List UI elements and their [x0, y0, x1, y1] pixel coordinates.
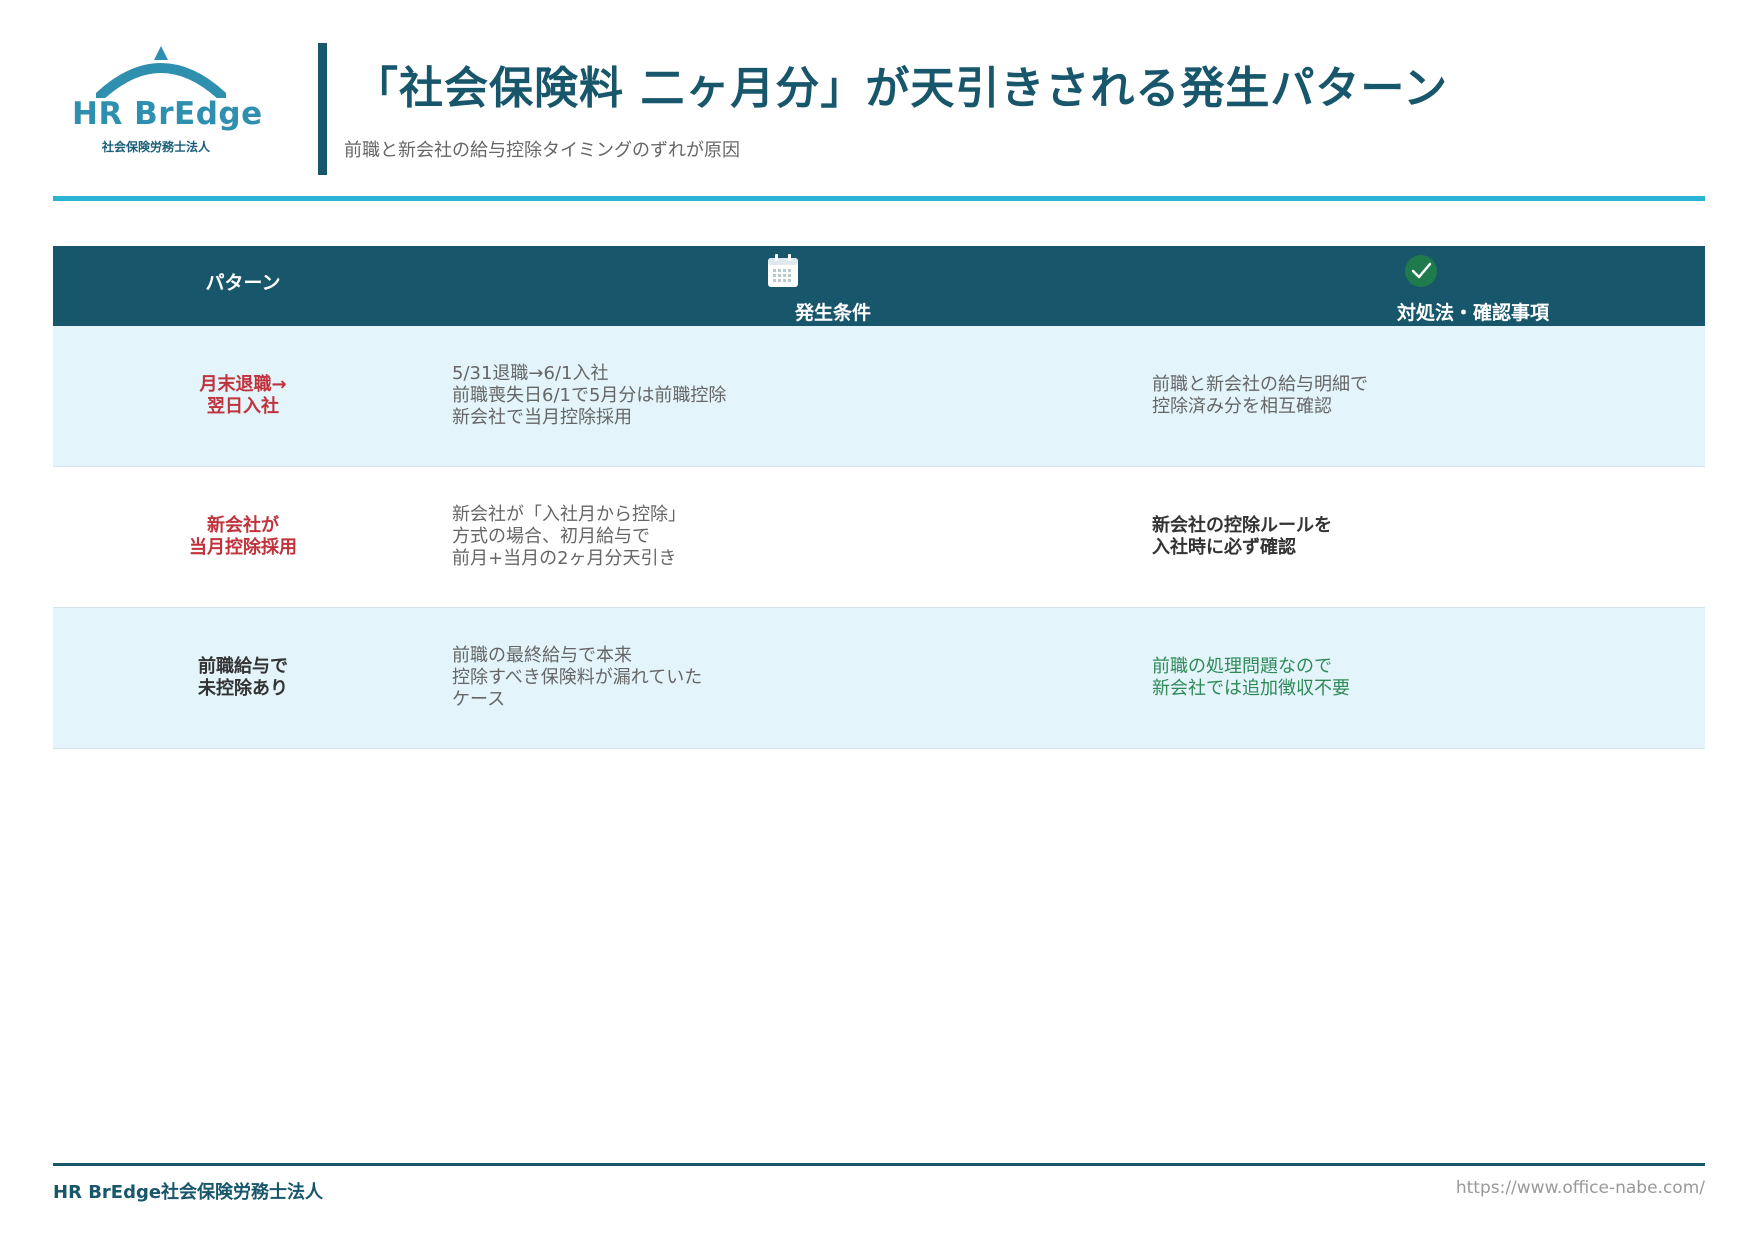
condition-line: 新会社で当月控除採用 [452, 407, 632, 428]
condition-line: ケース [452, 689, 506, 710]
pattern-line: 新会社が [207, 515, 279, 536]
page-subtitle: 前職と新会社の給与控除タイミングのずれが原因 [344, 140, 740, 161]
check-circle-icon [1405, 255, 1437, 287]
action-line: 新会社の控除ルールを [1152, 515, 1332, 536]
condition-line: 方式の場合、初月給与で [452, 526, 650, 547]
title-accent-bar [318, 43, 327, 175]
table-row: 月末退職→ 翌日入社 5/31退職→6/1入社 前職喪失日6/1で5月分は前職控… [53, 326, 1705, 467]
calendar-icon [768, 254, 798, 287]
pattern-line: 未控除あり [198, 678, 288, 699]
column-header-pattern: パターン [205, 272, 281, 294]
company-logo: HR BrEdge 社会保険労務士法人 [68, 46, 262, 156]
condition-line: 新会社が「入社月から控除」 [452, 504, 686, 525]
pattern-line: 前職給与で [198, 656, 288, 677]
row-condition: 前職の最終給与で本来 控除すべき保険料が漏れていた ケース [452, 645, 1052, 711]
table-row: 新会社が 当月控除採用 新会社が「入社月から控除」 方式の場合、初月給与で 前月… [53, 467, 1705, 608]
condition-line: 前職の最終給与で本来 [452, 645, 632, 666]
footer-company-name: HR BrEdge社会保険労務士法人 [53, 1182, 324, 1203]
row-action: 新会社の控除ルールを 入社時に必ず確認 [1152, 515, 1652, 559]
logo-subtitle: 社会保険労務士法人 [102, 140, 211, 154]
condition-line: 前職喪失日6/1で5月分は前職控除 [452, 385, 727, 406]
logo-name: HR BrEdge [72, 96, 263, 132]
bridge-arc-icon [96, 46, 226, 98]
action-line: 前職と新会社の給与明細で [1152, 374, 1368, 395]
pattern-line: 月末退職→ [199, 374, 287, 395]
action-line: 新会社では追加徴収不要 [1152, 678, 1350, 699]
footer-divider [53, 1163, 1705, 1166]
table-header: パターン 発生条件 対処法・確認事項 [53, 246, 1705, 326]
condition-line: 前月+当月の2ヶ月分天引き [452, 548, 677, 569]
pattern-table: パターン 発生条件 対処法・確認事項 月末退職→ 翌日入社 5/31退職→6/1… [53, 246, 1705, 749]
action-line: 前職の処理問題なので [1152, 656, 1332, 677]
footer-url: https://www.office-nabe.com/ [1455, 1178, 1705, 1198]
condition-line: 5/31退職→6/1入社 [452, 363, 609, 384]
header-divider [53, 196, 1705, 201]
page-title: 「社会保険料 二ヶ月分」が天引きされる発生パターン [354, 63, 1449, 114]
row-condition: 5/31退職→6/1入社 前職喪失日6/1で5月分は前職控除 新会社で当月控除採… [452, 363, 1052, 429]
column-header-condition: 発生条件 [794, 302, 871, 324]
column-header-action: 対処法・確認事項 [1396, 302, 1549, 324]
condition-line: 控除すべき保険料が漏れていた [452, 667, 703, 688]
action-line: 控除済み分を相互確認 [1152, 396, 1332, 417]
row-action: 前職と新会社の給与明細で 控除済み分を相互確認 [1152, 374, 1652, 418]
row-condition: 新会社が「入社月から控除」 方式の場合、初月給与で 前月+当月の2ヶ月分天引き [452, 504, 1052, 570]
row-pattern: 月末退職→ 翌日入社 [53, 374, 433, 418]
action-line: 入社時に必ず確認 [1152, 537, 1296, 558]
pattern-line: 当月控除採用 [189, 537, 297, 558]
row-pattern: 前職給与で 未控除あり [53, 656, 433, 700]
pattern-line: 翌日入社 [207, 396, 279, 417]
row-pattern: 新会社が 当月控除採用 [53, 515, 433, 559]
table-row: 前職給与で 未控除あり 前職の最終給与で本来 控除すべき保険料が漏れていた ケー… [53, 608, 1705, 749]
row-action: 前職の処理問題なので 新会社では追加徴収不要 [1152, 656, 1652, 700]
